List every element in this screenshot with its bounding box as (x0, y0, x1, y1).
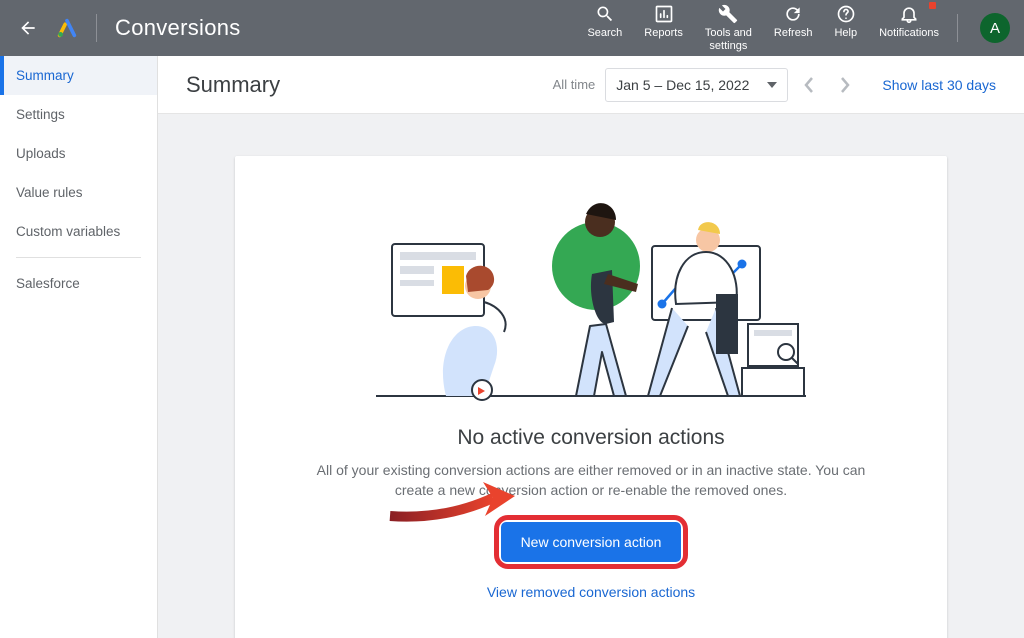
main-area: Summary All time Jan 5 – Dec 15, 2022 Sh… (158, 56, 1024, 638)
chevron-left-icon (804, 77, 814, 93)
notifications-tool[interactable]: Notifications (879, 4, 939, 40)
chevron-right-icon (840, 77, 850, 93)
sidebar-item-summary[interactable]: Summary (0, 56, 157, 95)
empty-state-subtitle: All of your existing conversion actions … (311, 460, 871, 500)
sidebar-item-custom-variables[interactable]: Custom variables (0, 212, 157, 251)
refresh-icon (783, 4, 803, 24)
refresh-tool[interactable]: Refresh (774, 4, 813, 40)
sidebar-item-salesforce[interactable]: Salesforce (0, 264, 157, 303)
empty-state-illustration (376, 174, 806, 406)
date-range-picker[interactable]: Jan 5 – Dec 15, 2022 (605, 68, 788, 102)
sidebar: Summary Settings Uploads Value rules Cus… (0, 56, 158, 638)
tools-settings-tool[interactable]: Tools and settings (705, 4, 752, 53)
empty-state-title: No active conversion actions (457, 426, 724, 450)
search-tool[interactable]: Search (587, 4, 622, 40)
account-avatar[interactable]: A (980, 13, 1010, 43)
reports-icon (654, 4, 674, 24)
date-prev-button[interactable] (794, 70, 824, 100)
google-ads-logo-icon (56, 17, 78, 39)
page-header: Summary All time Jan 5 – Dec 15, 2022 Sh… (158, 56, 1024, 114)
new-conversion-action-button[interactable]: New conversion action (501, 522, 682, 562)
reports-label: Reports (644, 27, 683, 40)
range-label: All time (553, 77, 596, 92)
sidebar-item-settings[interactable]: Settings (0, 95, 157, 134)
page-title: Summary (186, 72, 280, 98)
sidebar-item-value-rules[interactable]: Value rules (0, 173, 157, 212)
search-icon (595, 4, 615, 24)
sidebar-separator (16, 257, 141, 258)
view-removed-link[interactable]: View removed conversion actions (487, 584, 695, 600)
notifications-label: Notifications (879, 27, 939, 40)
cta-wrap: New conversion action (501, 522, 682, 562)
help-label: Help (834, 27, 857, 40)
empty-state-card: No active conversion actions All of your… (235, 156, 947, 638)
date-range-value: Jan 5 – Dec 15, 2022 (616, 77, 749, 93)
notification-dot-icon (929, 2, 936, 9)
wrench-icon (718, 4, 738, 24)
header-tools: Search Reports Tools and settings Refres… (587, 4, 939, 53)
search-label: Search (587, 27, 622, 40)
header-divider (96, 14, 97, 42)
header-divider-right (957, 14, 958, 42)
reports-tool[interactable]: Reports (644, 4, 683, 40)
show-last-30-days-link[interactable]: Show last 30 days (882, 77, 996, 93)
sidebar-item-uploads[interactable]: Uploads (0, 134, 157, 173)
content-area: No active conversion actions All of your… (158, 114, 1024, 638)
header-title: Conversions (115, 15, 241, 41)
help-icon (836, 4, 856, 24)
back-button[interactable] (14, 14, 42, 42)
refresh-label: Refresh (774, 27, 813, 40)
bell-icon (899, 4, 919, 24)
caret-down-icon (767, 82, 777, 88)
date-next-button[interactable] (830, 70, 860, 100)
help-tool[interactable]: Help (834, 4, 857, 40)
tools-label: Tools and settings (705, 27, 752, 53)
app-header: Conversions Search Reports Tools and set… (0, 0, 1024, 56)
